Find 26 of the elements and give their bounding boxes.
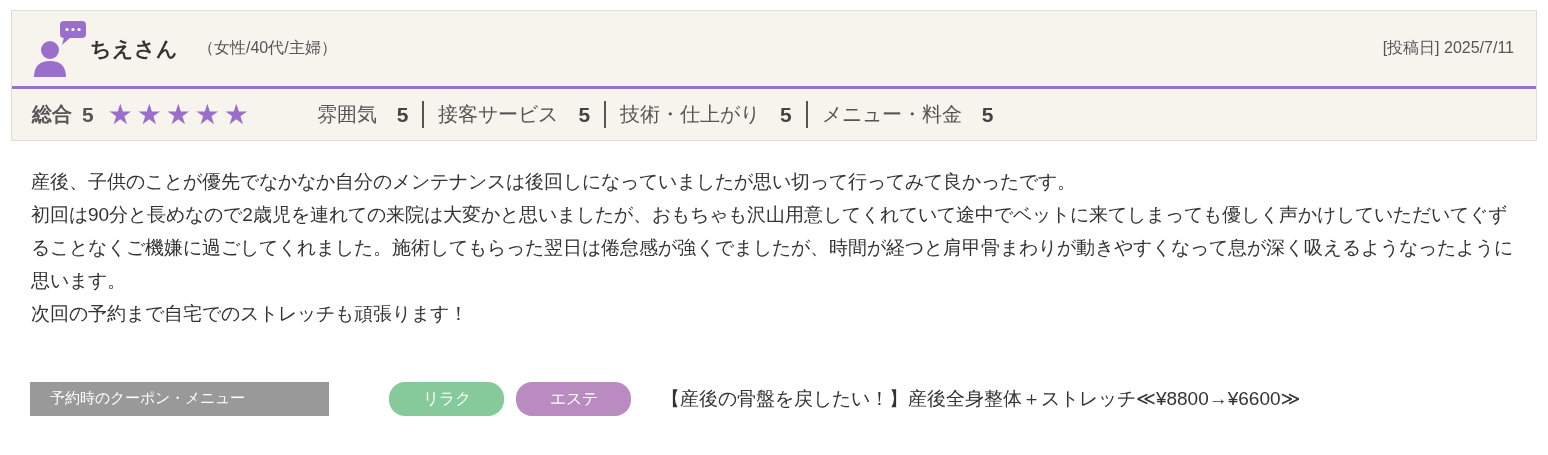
coupon-heading: 予約時のクーポン・メニュー [30, 382, 329, 416]
category-score: 5 [578, 102, 591, 127]
star-icon: ★ [194, 100, 224, 129]
category-label: 技術・仕上がり [620, 102, 761, 127]
overall-score: 5 [82, 102, 94, 127]
category-label: 接客サービス [438, 102, 559, 127]
post-date: [投稿日] 2025/7/11 [1382, 38, 1514, 58]
review-text: 次回の予約まで自宅でのストレッチも頑張ります！ [31, 302, 469, 326]
user-comment-icon [32, 20, 88, 77]
reviewer-profile: （女性/40代/主婦） [198, 38, 337, 58]
review-text: 初回は90分と長めなので2歳児を連れての来院は大変かと思いましたが、おもちゃも沢山用意してくれていて途中でベットに来てしまっても優しく声かけしていただいてぐずることなくご機嫌に過ごしてくれました。施術してもらった翌日は倦怠感が強くでましたが、時間が経つと肩甲骨まわりが動きやすくなって息が深く吸えるようなったように思います。 [31, 203, 1514, 293]
category-tag: リラク [389, 382, 504, 416]
category-score: 5 [981, 102, 994, 127]
overall-label: 総合 [32, 102, 72, 127]
category-label: 雰囲気 [316, 102, 377, 127]
reviewer-name: ちえさん [90, 35, 178, 62]
star-icon: ★ [223, 100, 253, 129]
star-icon: ★ [107, 100, 137, 129]
category-score: 5 [396, 102, 409, 127]
star-icon: ★ [165, 100, 195, 129]
category-score: 5 [780, 102, 792, 127]
star-icon: ★ [136, 100, 166, 129]
review-text: 産後、子供のことが優先でなかなか自分のメンテナンスは後回しになっていましたが思い切って行ってみて良かったです。 [31, 170, 1077, 194]
category-label: メニュー・料金 [821, 102, 962, 127]
category-tag: エステ [516, 382, 631, 416]
coupon-text: 【産後の骨盤を戻したい！】産後全身整体＋ストレッチ≪¥8800→¥6600≫ [661, 387, 1301, 411]
